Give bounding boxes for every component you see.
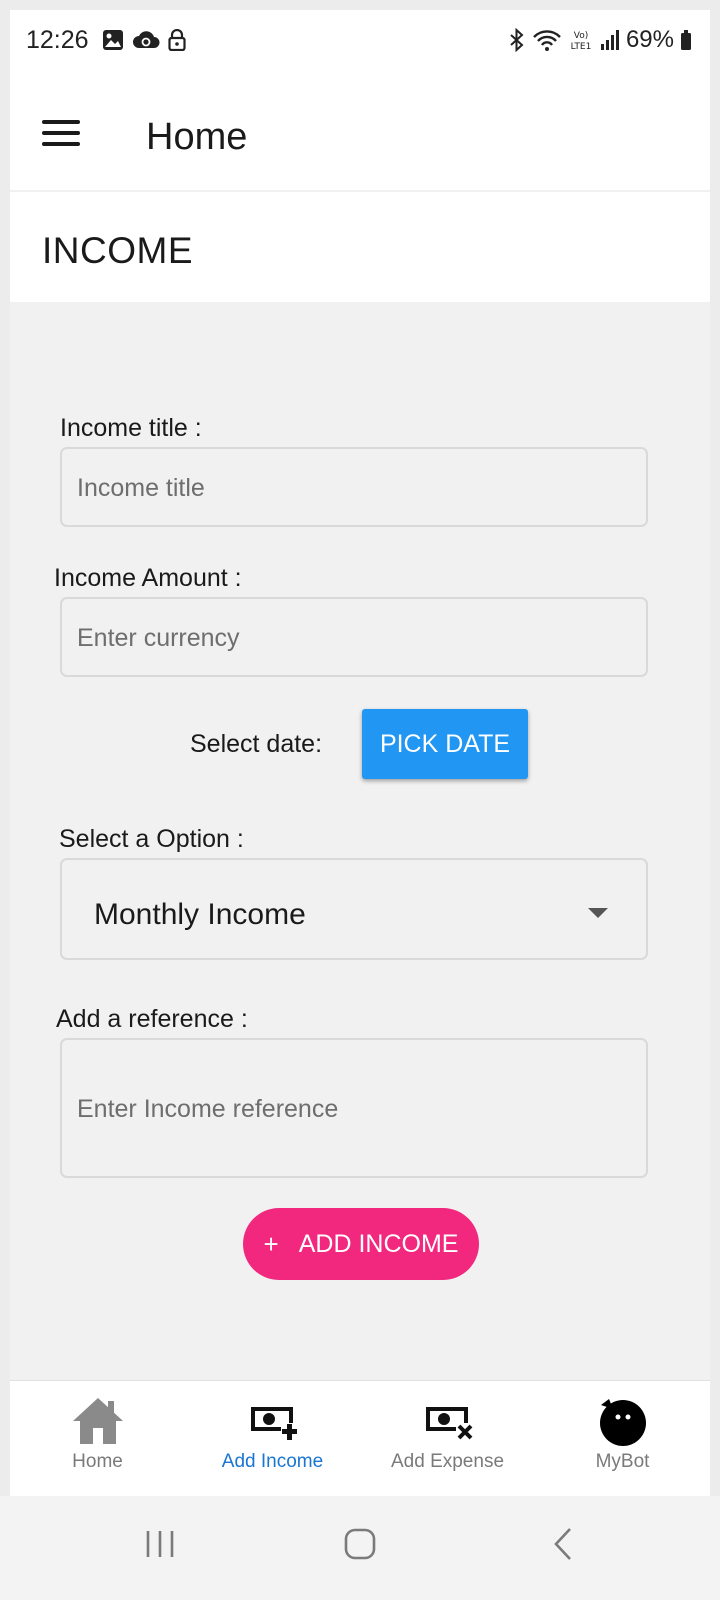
back-icon[interactable] — [546, 1526, 582, 1562]
income-amount-placeholder: Enter currency — [77, 624, 240, 652]
battery-percentage: 69% — [625, 26, 674, 53]
income-amount-label: Income Amount : — [54, 564, 242, 592]
status-left-icons — [102, 29, 186, 51]
recent-apps-icon[interactable] — [142, 1526, 178, 1562]
cloud-sync-icon — [133, 31, 160, 48]
wifi-icon — [533, 30, 561, 51]
lock-icon — [168, 29, 186, 51]
nav-label-mybot: MyBot — [595, 1451, 650, 1472]
home-icon — [72, 1398, 123, 1444]
system-navigation-bar — [0, 1496, 720, 1600]
image-icon — [103, 30, 123, 50]
battery-icon — [681, 30, 691, 50]
nav-label-add-income: Add Income — [221, 1451, 324, 1472]
add-income-button[interactable]: + ADD INCOME — [243, 1208, 479, 1280]
income-reference-placeholder: Enter Income reference — [77, 1095, 339, 1123]
income-title-input[interactable]: Income title — [60, 447, 648, 527]
income-option-select[interactable]: Monthly Income — [60, 858, 648, 960]
nav-label-home: Home — [72, 1451, 123, 1472]
volte-icon: Vo) LTE1 — [571, 31, 592, 52]
nav-item-home[interactable]: Home — [10, 1381, 185, 1496]
select-date-label: Select date: — [190, 730, 323, 758]
svg-text:Vo): Vo) — [574, 31, 588, 41]
nav-label-add-expense: Add Expense — [390, 1451, 505, 1472]
svg-text:LTE1: LTE1 — [571, 42, 592, 52]
dropdown-arrow-icon — [588, 908, 608, 918]
nav-item-add-expense[interactable]: Add Expense — [360, 1381, 535, 1496]
app-bar: Home — [10, 70, 710, 190]
select-value: Monthly Income — [94, 898, 306, 931]
status-right-icons: Vo) LTE1 69% — [508, 26, 692, 54]
money-remove-icon — [425, 1407, 474, 1441]
hamburger-menu-icon[interactable] — [42, 120, 80, 148]
section-header: INCOME — [10, 192, 710, 302]
nav-item-mybot[interactable]: MyBot — [535, 1381, 710, 1496]
plus-icon: + — [263, 1228, 279, 1259]
income-amount-input[interactable]: Enter currency — [60, 597, 648, 677]
income-reference-input[interactable]: Enter Income reference — [60, 1038, 648, 1178]
pick-date-button[interactable]: PICK DATE — [362, 709, 528, 779]
page-title: INCOME — [42, 230, 193, 271]
bluetooth-icon — [510, 28, 524, 52]
app-title: Home — [146, 116, 248, 158]
money-add-icon — [250, 1407, 299, 1441]
status-bar: 12:26 Vo) LTE1 69% — [10, 10, 710, 70]
bot-icon — [599, 1399, 646, 1446]
bottom-navigation: Home Add Income Add Expense MyBot — [10, 1380, 710, 1496]
signal-icon — [600, 30, 619, 50]
add-income-button-label: ADD INCOME — [298, 1229, 459, 1258]
income-title-label: Income title : — [60, 414, 202, 442]
income-title-placeholder: Income title — [77, 474, 205, 502]
home-button-icon[interactable] — [342, 1526, 378, 1562]
select-option-label: Select a Option : — [59, 825, 244, 853]
status-time: 12:26 — [26, 26, 89, 54]
app-screen: 12:26 Vo) LTE1 69% Home INCOME Income ti… — [10, 10, 710, 1496]
reference-label: Add a reference : — [56, 1005, 248, 1033]
nav-item-add-income[interactable]: Add Income — [185, 1381, 360, 1496]
